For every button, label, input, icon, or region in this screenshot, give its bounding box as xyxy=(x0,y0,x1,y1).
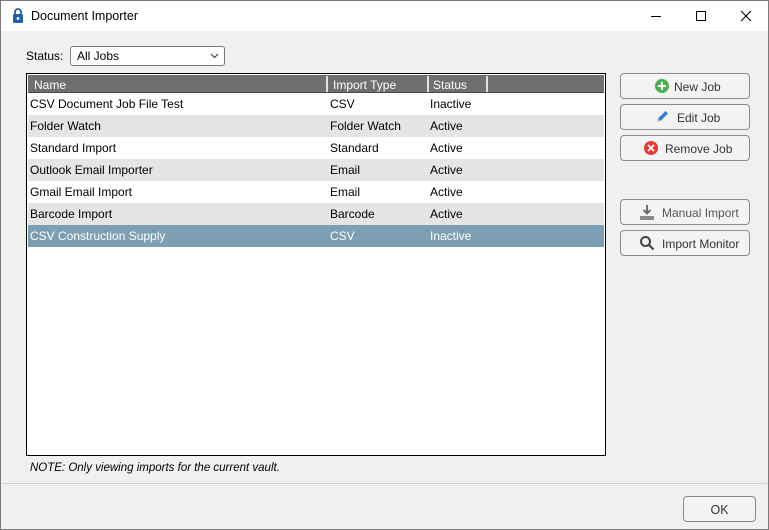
maximize-button[interactable] xyxy=(678,1,723,31)
cell-name: CSV Construction Supply xyxy=(30,229,166,243)
new-job-label: New Job xyxy=(674,80,721,94)
maximize-icon xyxy=(696,11,706,21)
column-header-status[interactable]: Status xyxy=(433,78,467,92)
remove-circle-icon xyxy=(644,141,658,155)
table-row[interactable]: Standard Import Standard Active xyxy=(28,137,604,159)
footer-divider xyxy=(2,483,767,484)
status-filter-label: Status: xyxy=(26,49,64,63)
cell-name: CSV Document Job File Test xyxy=(30,97,184,111)
cell-status: Active xyxy=(430,141,463,155)
status-filter-dropdown[interactable]: All Jobs xyxy=(70,46,225,66)
import-jobs-list[interactable]: Name Import Type Status CSV Document Job… xyxy=(26,73,606,456)
cell-import-type: CSV xyxy=(330,229,355,243)
magnifier-icon xyxy=(640,236,655,251)
edit-job-button[interactable]: Edit Job xyxy=(620,104,750,130)
status-filter-value: All Jobs xyxy=(77,49,120,63)
cell-status: Inactive xyxy=(430,229,472,243)
column-divider[interactable] xyxy=(326,76,328,92)
import-monitor-button[interactable]: Import Monitor xyxy=(620,230,750,256)
cell-import-type: Email xyxy=(330,185,361,199)
cell-name: Outlook Email Importer xyxy=(30,163,153,177)
new-job-button[interactable]: New Job xyxy=(620,73,750,99)
manual-import-label: Manual Import xyxy=(662,206,739,220)
table-row-selected[interactable]: CSV Construction Supply CSV Inactive xyxy=(28,225,604,247)
cell-status: Inactive xyxy=(430,97,472,111)
vault-note: NOTE: Only viewing imports for the curre… xyxy=(30,462,280,474)
list-header: Name Import Type Status xyxy=(28,75,604,93)
table-row[interactable]: Outlook Email Importer Email Active xyxy=(28,159,604,181)
cell-import-type: Email xyxy=(330,163,361,177)
import-monitor-label: Import Monitor xyxy=(662,237,740,251)
cell-status: Active xyxy=(430,207,463,221)
close-icon xyxy=(740,10,752,22)
remove-job-button[interactable]: Remove Job xyxy=(620,135,750,161)
cell-status: Active xyxy=(430,163,463,177)
cell-import-type: Folder Watch xyxy=(330,119,401,133)
vault-lock-icon xyxy=(13,8,23,23)
ok-label: OK xyxy=(710,503,729,517)
cell-name: Standard Import xyxy=(30,141,117,155)
cell-status: Active xyxy=(430,185,463,199)
download-icon xyxy=(640,205,654,220)
table-row[interactable]: Folder Watch Folder Watch Active xyxy=(28,115,604,137)
add-circle-icon xyxy=(655,79,669,93)
cell-status: Active xyxy=(430,119,463,133)
pencil-icon xyxy=(657,111,668,122)
edit-job-label: Edit Job xyxy=(677,111,721,125)
manual-import-button[interactable]: Manual Import xyxy=(620,199,750,225)
document-importer-window: Document Importer Status: All Jobs Name … xyxy=(0,0,769,530)
window-title: Document Importer xyxy=(31,9,138,23)
cell-import-type: CSV xyxy=(330,97,355,111)
cell-name: Gmail Email Import xyxy=(30,185,133,199)
cell-name: Barcode Import xyxy=(30,207,113,221)
column-header-import-type[interactable]: Import Type xyxy=(333,78,396,92)
remove-job-label: Remove Job xyxy=(665,142,733,156)
close-button[interactable] xyxy=(723,1,768,31)
column-header-name[interactable]: Name xyxy=(34,78,66,92)
column-divider[interactable] xyxy=(486,76,488,92)
cell-import-type: Standard xyxy=(330,141,379,155)
table-row[interactable]: Barcode Import Barcode Active xyxy=(28,203,604,225)
cell-name: Folder Watch xyxy=(30,119,101,133)
table-row[interactable]: Gmail Email Import Email Active xyxy=(28,181,604,203)
title-bar[interactable]: Document Importer xyxy=(1,1,768,31)
column-divider[interactable] xyxy=(427,76,429,92)
minimize-button[interactable] xyxy=(633,1,678,31)
ok-button[interactable]: OK xyxy=(683,496,756,522)
table-row[interactable]: CSV Document Job File Test CSV Inactive xyxy=(28,93,604,115)
cell-import-type: Barcode xyxy=(330,207,375,221)
minimize-icon xyxy=(651,16,661,17)
chevron-down-icon xyxy=(210,53,219,59)
